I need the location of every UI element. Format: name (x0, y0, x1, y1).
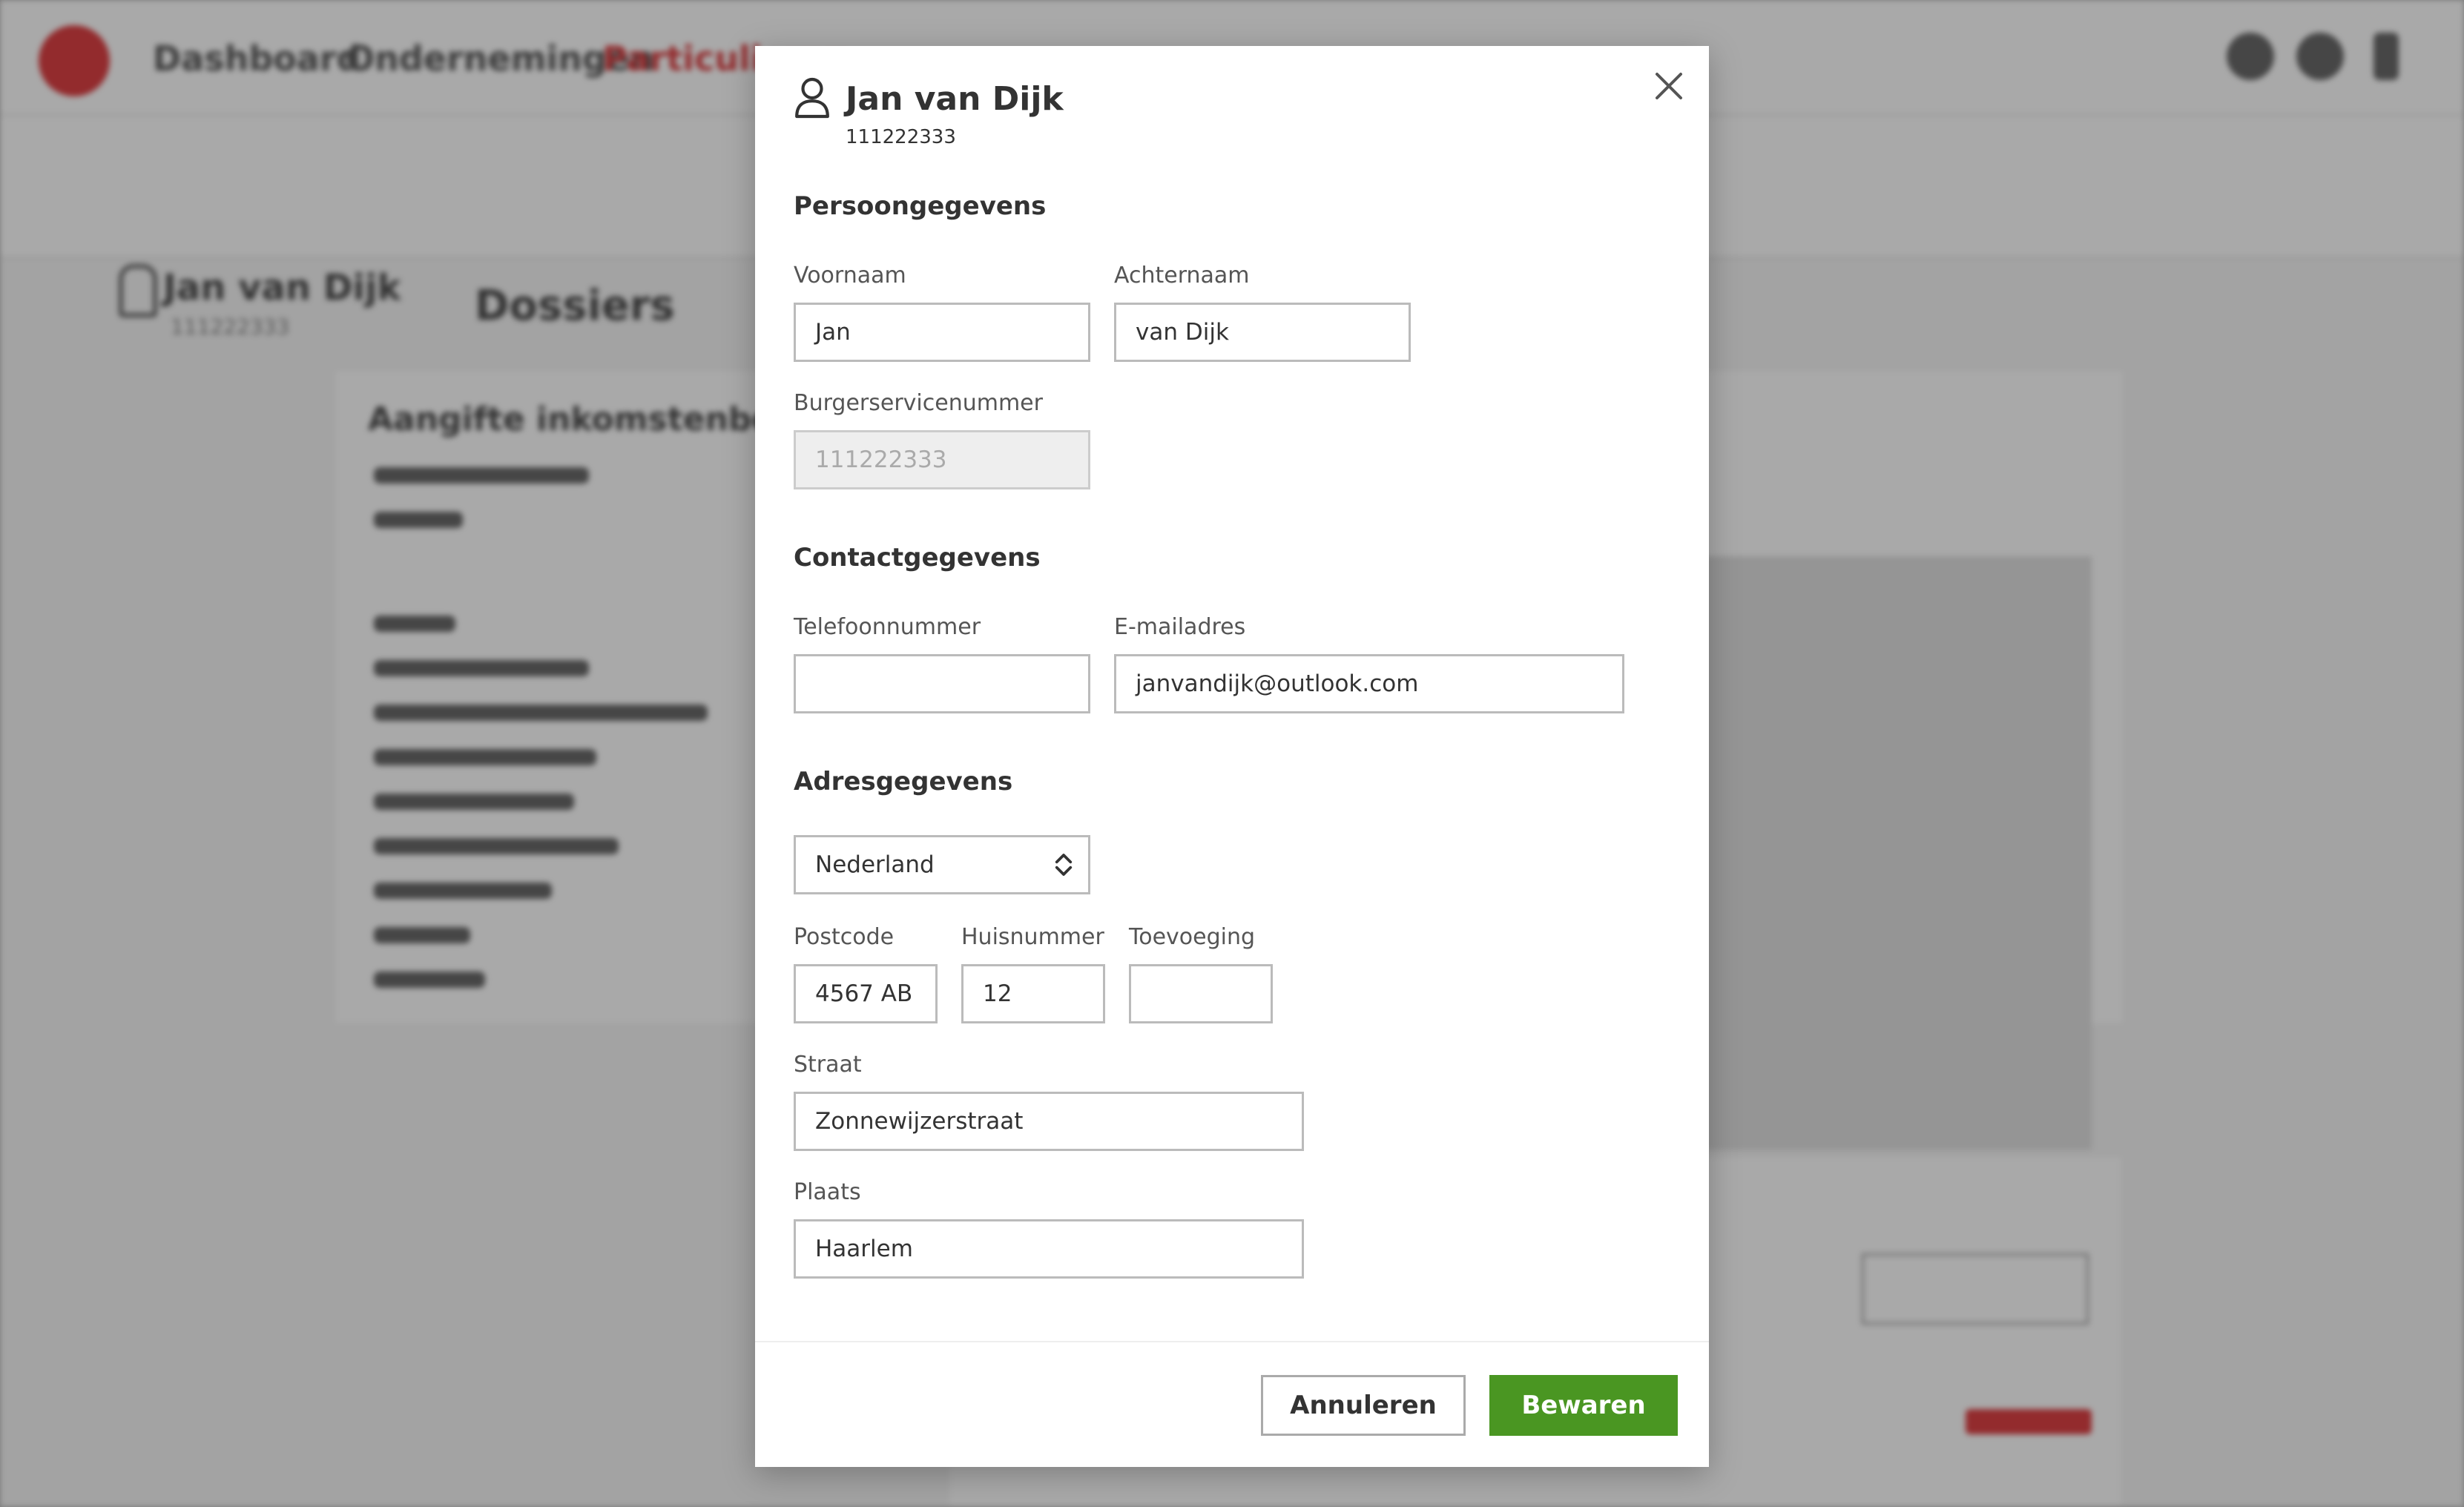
achternaam-input[interactable]: van Dijk (1114, 303, 1411, 362)
cancel-button[interactable]: Annuleren (1261, 1375, 1466, 1436)
voornaam-label: Voornaam (794, 263, 906, 288)
toevoeging-input[interactable] (1129, 964, 1273, 1023)
postcode-label: Postcode (794, 924, 895, 950)
modal-title: Jan van Dijk (846, 80, 1064, 118)
voornaam-input[interactable]: Jan (794, 303, 1090, 362)
postcode-input[interactable]: 4567 AB (794, 964, 938, 1023)
achternaam-label: Achternaam (1114, 263, 1250, 288)
section-title-personal: Persoongegevens (794, 191, 1047, 221)
telefoon-label: Telefoonnummer (794, 614, 981, 640)
plaats-label: Plaats (794, 1179, 861, 1205)
country-select[interactable]: Nederland (794, 835, 1090, 894)
section-title-contact: Contactgegevens (794, 543, 1041, 573)
huisnummer-input[interactable]: 12 (961, 964, 1105, 1023)
straat-label: Straat (794, 1052, 862, 1078)
edit-client-modal: Jan van Dijk 111222333 Persoongegevens V… (755, 46, 1709, 1467)
straat-input[interactable]: Zonnewijzerstraat (794, 1092, 1304, 1151)
email-label: E-mailadres (1114, 614, 1246, 640)
save-button[interactable]: Bewaren (1489, 1375, 1678, 1436)
plaats-input[interactable]: Haarlem (794, 1219, 1304, 1279)
modal-subtitle: 111222333 (846, 126, 956, 148)
chevron-updown-icon (1055, 854, 1073, 876)
toevoeging-label: Toevoeging (1129, 924, 1256, 950)
person-icon (795, 77, 829, 119)
email-input[interactable]: janvandijk@outlook.com (1114, 654, 1624, 713)
huisnummer-label: Huisnummer (961, 924, 1104, 950)
section-title-address: Adresgegevens (794, 767, 1013, 797)
country-select-value: Nederland (815, 851, 935, 878)
modal-footer: Annuleren Bewaren (755, 1341, 1709, 1468)
bsn-label: Burgerservicenummer (794, 390, 1043, 416)
telefoon-input[interactable] (794, 654, 1090, 713)
close-icon[interactable] (1651, 68, 1687, 104)
bsn-input: 111222333 (794, 430, 1090, 489)
